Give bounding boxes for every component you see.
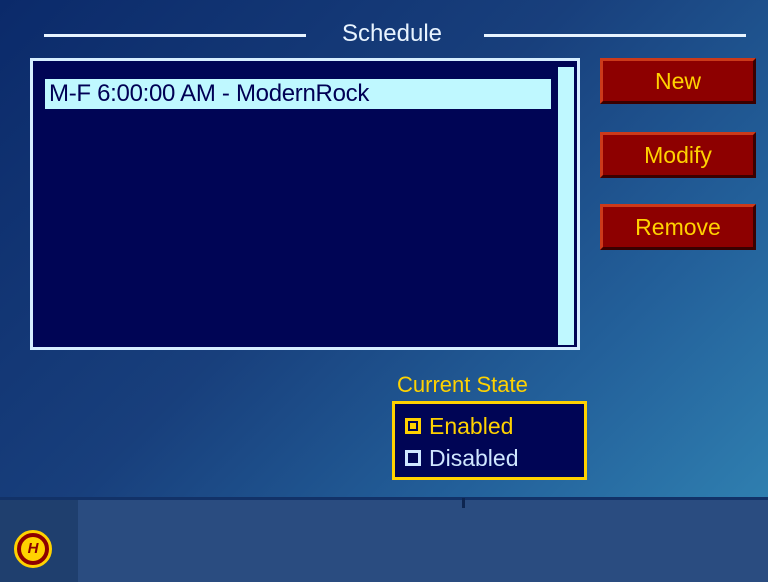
- scrollbar[interactable]: [558, 67, 574, 345]
- section-title: Schedule: [341, 20, 443, 47]
- current-state-group: Enabled Disabled: [392, 401, 587, 480]
- radio-checked-icon[interactable]: [405, 418, 421, 434]
- logo-letter: H: [21, 537, 45, 561]
- enabled-option[interactable]: Enabled: [405, 411, 513, 441]
- schedule-listbox[interactable]: M-F 6:00:00 AM - ModernRock: [30, 58, 580, 350]
- section-divider-right: [484, 34, 746, 37]
- section-divider-left: [44, 34, 306, 37]
- list-item[interactable]: M-F 6:00:00 AM - ModernRock: [45, 79, 551, 109]
- modify-button[interactable]: Modify: [600, 132, 756, 178]
- footer-notch: [462, 498, 465, 508]
- disabled-option[interactable]: Disabled: [405, 443, 519, 473]
- logo-icon[interactable]: H: [14, 530, 52, 568]
- current-state-label: Current State: [397, 372, 528, 397]
- radio-unchecked-icon[interactable]: [405, 450, 421, 466]
- remove-button[interactable]: Remove: [600, 204, 756, 250]
- new-button[interactable]: New: [600, 58, 756, 104]
- schedule-panel: Schedule M-F 6:00:00 AM - ModernRock New…: [0, 0, 768, 500]
- disabled-label: Disabled: [429, 444, 519, 471]
- enabled-label: Enabled: [429, 412, 514, 439]
- footer-bar: [0, 500, 768, 582]
